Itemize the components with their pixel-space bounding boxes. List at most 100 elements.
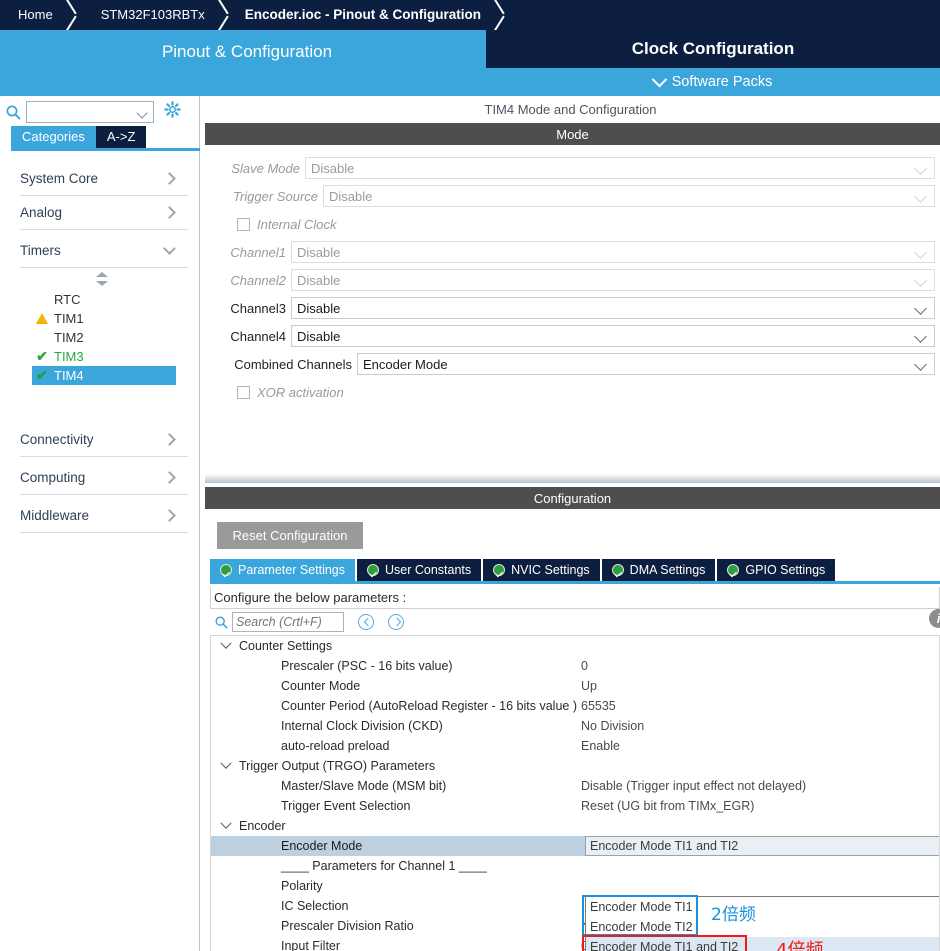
tab-clock-configuration[interactable]: Clock Configuration [486, 30, 940, 68]
scroll-spinner-icon[interactable] [96, 272, 108, 286]
table-row[interactable]: Polarity [211, 876, 939, 896]
table-row[interactable]: ____ Parameters for Channel 1 ____ [211, 856, 939, 876]
gear-icon[interactable] [164, 101, 181, 123]
search-icon [0, 105, 26, 120]
internal-clock-checkbox[interactable] [237, 217, 250, 231]
next-match-button[interactable] [388, 614, 404, 630]
combined-channels-select[interactable]: Encoder Mode [357, 353, 935, 375]
parameter-group-encoder[interactable]: Encoder [211, 816, 939, 836]
sidebar-tabs: Categories A->Z [11, 126, 200, 148]
sidebar-category-computing[interactable]: Computing [20, 461, 188, 495]
chevron-down-icon [220, 637, 232, 649]
channel1-value: Disable [297, 245, 341, 260]
software-packs-menu[interactable]: Software Packs [486, 68, 940, 96]
dropdown-option-encoder-mode-ti2[interactable]: Encoder Mode TI2 [586, 917, 939, 937]
parameter-tree: Counter Settings Prescaler (PSC - 16 bit… [210, 635, 940, 951]
parameter-value: 65535 [581, 699, 616, 713]
channel3-value: Disable [297, 301, 341, 316]
encoder-mode-dropdown[interactable]: Encoder Mode TI1 Encoder Mode TI2 Encode… [585, 896, 939, 951]
parameter-name: Internal Clock Division (CKD) [281, 719, 443, 733]
table-row[interactable]: Counter Period (AutoReload Register - 16… [211, 696, 939, 716]
parameter-name: Master/Slave Mode (MSM bit) [281, 779, 447, 793]
channel2-select[interactable]: Disable [291, 269, 935, 291]
mode-row-xor-activation[interactable]: XOR activation [237, 380, 344, 404]
slave-mode-value: Disable [311, 161, 355, 176]
warning-icon [32, 311, 52, 326]
breadcrumb-chevron-icon [485, 0, 511, 30]
check-circle-icon [220, 564, 232, 576]
parameter-group-trigger-output[interactable]: Trigger Output (TRGO) Parameters [211, 756, 939, 776]
configuration-section-header: Configuration [205, 487, 940, 509]
chevron-down-icon [651, 71, 667, 87]
table-row[interactable]: auto-reload preload Enable [211, 736, 939, 756]
sidebar-item-tim3[interactable]: ✔ TIM3 [32, 347, 176, 366]
table-row[interactable]: Trigger Event Selection Reset (UG bit fr… [211, 796, 939, 816]
sidebar-category-connectivity[interactable]: Connectivity [20, 423, 188, 457]
sidebar-item-tim2[interactable]: TIM2 [32, 328, 176, 347]
sidebar-tab-a-to-z[interactable]: A->Z [95, 126, 147, 148]
tab-dma-settings[interactable]: DMA Settings [601, 559, 716, 581]
channel1-select[interactable]: Disable [291, 241, 935, 263]
breadcrumb-item-mcu[interactable]: STM32F103RBTx [83, 0, 209, 30]
tab-nvic-settings[interactable]: NVIC Settings [483, 559, 600, 581]
channel4-select[interactable]: Disable [291, 325, 935, 347]
tab-user-constants[interactable]: User Constants [357, 559, 482, 581]
sidebar-search-combo[interactable] [26, 101, 154, 123]
sidebar-category-analog[interactable]: Analog [20, 196, 188, 230]
slave-mode-select[interactable]: Disable [305, 157, 935, 179]
configuration-tabs-underline [210, 581, 940, 584]
parameter-group-counter-settings[interactable]: Counter Settings [211, 636, 939, 656]
parameter-search-row [210, 609, 940, 635]
spinner-down-icon [96, 281, 108, 286]
tab-pinout-configuration[interactable]: Pinout & Configuration [8, 30, 486, 96]
sidebar-tab-categories[interactable]: Categories [11, 126, 96, 148]
parameter-name: Encoder Mode [281, 839, 363, 853]
table-row[interactable]: Counter Mode Up [211, 676, 939, 696]
channel3-select[interactable]: Disable [291, 297, 935, 319]
tab-label: NVIC Settings [511, 563, 590, 577]
sidebar-item-label: TIM4 [54, 368, 84, 383]
mode-row-internal-clock[interactable]: Internal Clock [237, 212, 336, 236]
sidebar-item-tim4[interactable]: ✔ TIM4 [32, 366, 176, 385]
parameter-name: Counter Period (AutoReload Register - 16… [281, 699, 577, 713]
combined-channels-value: Encoder Mode [363, 357, 448, 372]
table-row[interactable]: Prescaler (PSC - 16 bits value) 0 [211, 656, 939, 676]
search-input[interactable] [232, 612, 344, 632]
tab-label: DMA Settings [629, 563, 706, 577]
check-icon: ✔ [36, 348, 48, 364]
tab-label: Parameter Settings [238, 563, 345, 577]
sidebar-category-middleware[interactable]: Middleware [20, 499, 188, 533]
table-row-encoder-mode[interactable]: Encoder Mode Encoder Mode TI1 and TI2 [211, 836, 939, 856]
sidebar-item-label: TIM2 [54, 330, 84, 345]
breadcrumb-item-home[interactable]: Home [0, 0, 57, 30]
tab-gpio-settings[interactable]: GPIO Settings [717, 559, 836, 581]
sidebar-item-tim1[interactable]: TIM1 [32, 309, 176, 328]
sidebar-item-rtc[interactable]: RTC [32, 290, 176, 309]
sidebar-category-label: System Core [20, 171, 99, 186]
channel4-value: Disable [297, 329, 341, 344]
xor-activation-checkbox[interactable] [237, 385, 250, 399]
chevron-down-icon [914, 358, 927, 371]
sidebar-category-system-core[interactable]: System Core [20, 162, 188, 196]
check-circle-icon [727, 564, 740, 576]
dropdown-option-encoder-mode-ti1[interactable]: Encoder Mode TI1 [586, 897, 939, 917]
encoder-mode-select[interactable]: Encoder Mode TI1 and TI2 [585, 836, 939, 856]
group-label: Counter Settings [239, 639, 333, 653]
sidebar-search-row [0, 96, 200, 128]
mode-section-header: Mode [205, 123, 940, 145]
table-row[interactable]: Master/Slave Mode (MSM bit) Disable (Tri… [211, 776, 939, 796]
dropdown-option-encoder-mode-ti1-and-ti2[interactable]: Encoder Mode TI1 and TI2 [586, 937, 939, 951]
mode-row-channel1: Channel1 Disable [229, 240, 939, 264]
table-row[interactable]: Internal Clock Division (CKD) No Divisio… [211, 716, 939, 736]
tab-label: User Constants [385, 563, 472, 577]
previous-match-button[interactable] [358, 614, 374, 630]
chevron-right-icon [163, 433, 176, 446]
reset-configuration-button[interactable]: Reset Configuration [217, 522, 363, 549]
mode-label: Channel1 [230, 244, 286, 260]
sidebar-category-timers[interactable]: Timers [20, 234, 188, 268]
breadcrumb-item-current[interactable]: Encoder.ioc - Pinout & Configuration [235, 0, 485, 30]
mode-label: Trigger Source [232, 188, 318, 204]
tab-parameter-settings[interactable]: Parameter Settings [210, 559, 355, 581]
trigger-source-select[interactable]: Disable [323, 185, 935, 207]
parameter-name: IC Selection [281, 899, 349, 913]
